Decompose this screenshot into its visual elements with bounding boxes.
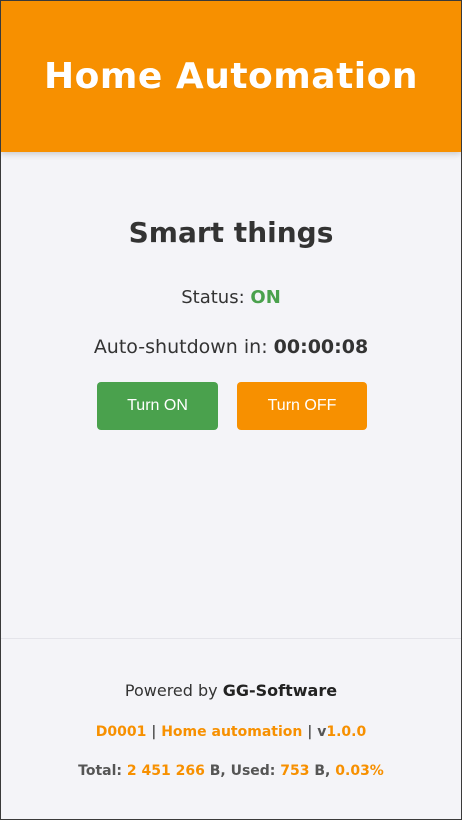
used-label: Used: — [230, 763, 276, 779]
device-id: D0001 — [95, 724, 147, 740]
company-name: GG-Software — [222, 681, 338, 700]
auto-shutdown-line: Auto-shutdown in: 00:00:08 — [1, 336, 461, 358]
device-info-line: D0001 | Home automation | v1.0.0 — [1, 724, 461, 740]
version-number: 1.0.0 — [326, 724, 367, 740]
app-title: Home Automation — [44, 56, 418, 97]
powered-by-line: Powered by GG-Software — [1, 681, 461, 700]
powered-by-label: Powered by — [124, 681, 218, 700]
section-title: Smart things — [128, 216, 334, 249]
used-unit: B, — [314, 763, 331, 779]
storage-info-line: Total: 2 451 266 B, Used: 753 B, 0.03% — [1, 763, 461, 779]
status-value: ON — [250, 287, 281, 308]
separator: | — [307, 724, 313, 740]
total-value: 2 451 266 — [126, 763, 205, 779]
app-header: Home Automation — [1, 1, 461, 152]
turn-off-button[interactable]: Turn OFF — [237, 382, 367, 430]
version-prefix: v — [317, 724, 327, 740]
used-percent: 0.03% — [335, 763, 384, 779]
turn-on-button[interactable]: Turn ON — [97, 382, 218, 430]
total-unit: B, — [209, 763, 226, 779]
app-name: Home automation — [161, 724, 303, 740]
footer: Powered by GG-Software D0001 | Home auto… — [1, 638, 461, 819]
status-line: Status: ON — [1, 287, 461, 308]
auto-shutdown-label: Auto-shutdown in: — [93, 336, 268, 358]
auto-shutdown-timer: 00:00:08 — [273, 336, 369, 358]
status-label: Status: — [181, 287, 245, 308]
app-frame: Home Automation Smart things Status: ON … — [0, 0, 462, 820]
separator: | — [151, 724, 157, 740]
used-value: 753 — [280, 763, 310, 779]
total-label: Total: — [78, 763, 123, 779]
main-content: Smart things Status: ON Auto-shutdown in… — [1, 152, 461, 638]
